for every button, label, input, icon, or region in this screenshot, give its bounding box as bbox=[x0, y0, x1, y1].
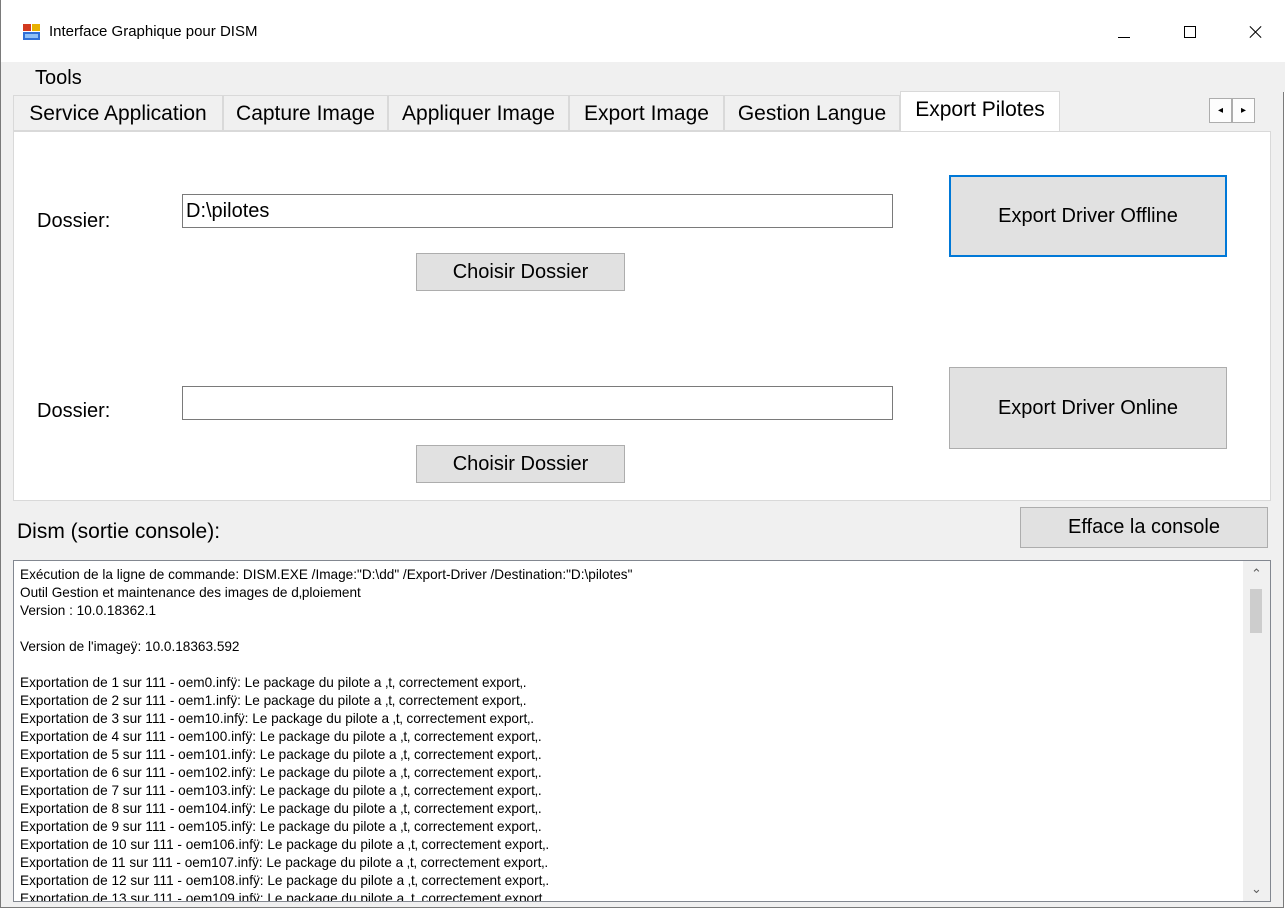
console-line: Exportation de 4 sur 111 - oem100.infÿ: … bbox=[20, 729, 542, 744]
tab-scroll-left-icon[interactable]: ◂ bbox=[1209, 98, 1232, 123]
online-folder-input[interactable] bbox=[182, 386, 893, 420]
offline-folder-label: Dossier: bbox=[37, 210, 111, 232]
console-line: Exportation de 8 sur 111 - oem104.infÿ: … bbox=[20, 801, 542, 816]
tab-capture-image[interactable]: Capture Image bbox=[223, 95, 388, 131]
console-line: Outil Gestion et maintenance des images … bbox=[20, 585, 361, 600]
scroll-up-icon[interactable]: ⌃ bbox=[1243, 563, 1270, 583]
console-scrollbar[interactable]: ⌃ ⌄ bbox=[1243, 561, 1270, 901]
console-line: Exportation de 6 sur 111 - oem102.infÿ: … bbox=[20, 765, 542, 780]
console-line: Exportation de 13 sur 111 - oem109.infÿ:… bbox=[20, 891, 550, 902]
online-choose-folder-button[interactable]: Choisir Dossier bbox=[416, 445, 625, 483]
tab-export-image[interactable]: Export Image bbox=[569, 95, 724, 131]
menu-bar: Tools bbox=[1, 62, 1285, 92]
scroll-thumb[interactable] bbox=[1250, 589, 1262, 633]
console-line: Exportation de 7 sur 111 - oem103.infÿ: … bbox=[20, 783, 542, 798]
offline-choose-folder-button[interactable]: Choisir Dossier bbox=[416, 253, 625, 291]
export-driver-online-button[interactable]: Export Driver Online bbox=[949, 367, 1227, 449]
console-line: Exportation de 5 sur 111 - oem101.infÿ: … bbox=[20, 747, 542, 762]
online-folder-label: Dossier: bbox=[37, 400, 111, 422]
console-line: Exportation de 11 sur 111 - oem107.infÿ:… bbox=[20, 855, 549, 870]
tab-gestion-langue[interactable]: Gestion Langue bbox=[724, 95, 900, 131]
console-line: Exportation de 12 sur 111 - oem108.infÿ:… bbox=[20, 873, 550, 888]
console-line: Exportation de 2 sur 111 - oem1.infÿ: Le… bbox=[20, 693, 527, 708]
console-line: Exportation de 10 sur 111 - oem106.infÿ:… bbox=[20, 837, 550, 852]
tab-scroll-right-icon[interactable]: ▸ bbox=[1232, 98, 1255, 123]
console-text: Exécution de la ligne de commande: DISM.… bbox=[20, 566, 1240, 902]
console-line: Exportation de 1 sur 111 - oem0.infÿ: Le… bbox=[20, 675, 527, 690]
console-output[interactable]: Exécution de la ligne de commande: DISM.… bbox=[13, 560, 1271, 902]
clear-console-button[interactable]: Efface la console bbox=[1020, 507, 1268, 548]
tab-appliquer-image[interactable]: Appliquer Image bbox=[388, 95, 569, 131]
minimize-button[interactable] bbox=[1101, 10, 1147, 54]
offline-folder-input[interactable]: D:\pilotes bbox=[182, 194, 893, 228]
console-line: Exportation de 3 sur 111 - oem10.infÿ: L… bbox=[20, 711, 535, 726]
menu-item-tools[interactable]: Tools bbox=[35, 67, 82, 90]
app-window: Interface Graphique pour DISM Tools Serv… bbox=[0, 0, 1285, 908]
scroll-down-icon[interactable]: ⌄ bbox=[1243, 879, 1270, 899]
maximize-button[interactable] bbox=[1167, 10, 1213, 54]
tab-service-application[interactable]: Service Application bbox=[13, 95, 223, 131]
console-line: Exécution de la ligne de commande: DISM.… bbox=[20, 567, 633, 582]
console-line: Exportation de 9 sur 111 - oem105.infÿ: … bbox=[20, 819, 542, 834]
window-title: Interface Graphique pour DISM bbox=[49, 23, 258, 40]
console-line: Version de l'imageÿ: 10.0.18363.592 bbox=[20, 639, 240, 654]
console-label: Dism (sortie console): bbox=[17, 520, 221, 543]
app-icon bbox=[23, 24, 40, 40]
console-line: Version : 10.0.18362.1 bbox=[20, 603, 157, 618]
export-driver-offline-button[interactable]: Export Driver Offline bbox=[949, 175, 1227, 257]
close-button[interactable] bbox=[1233, 10, 1279, 54]
title-bar: Interface Graphique pour DISM bbox=[1, 0, 1285, 62]
export-pilotes-panel: Dossier: D:\pilotes Choisir Dossier Expo… bbox=[13, 131, 1271, 501]
tab-export-pilotes[interactable]: Export Pilotes bbox=[900, 91, 1060, 132]
